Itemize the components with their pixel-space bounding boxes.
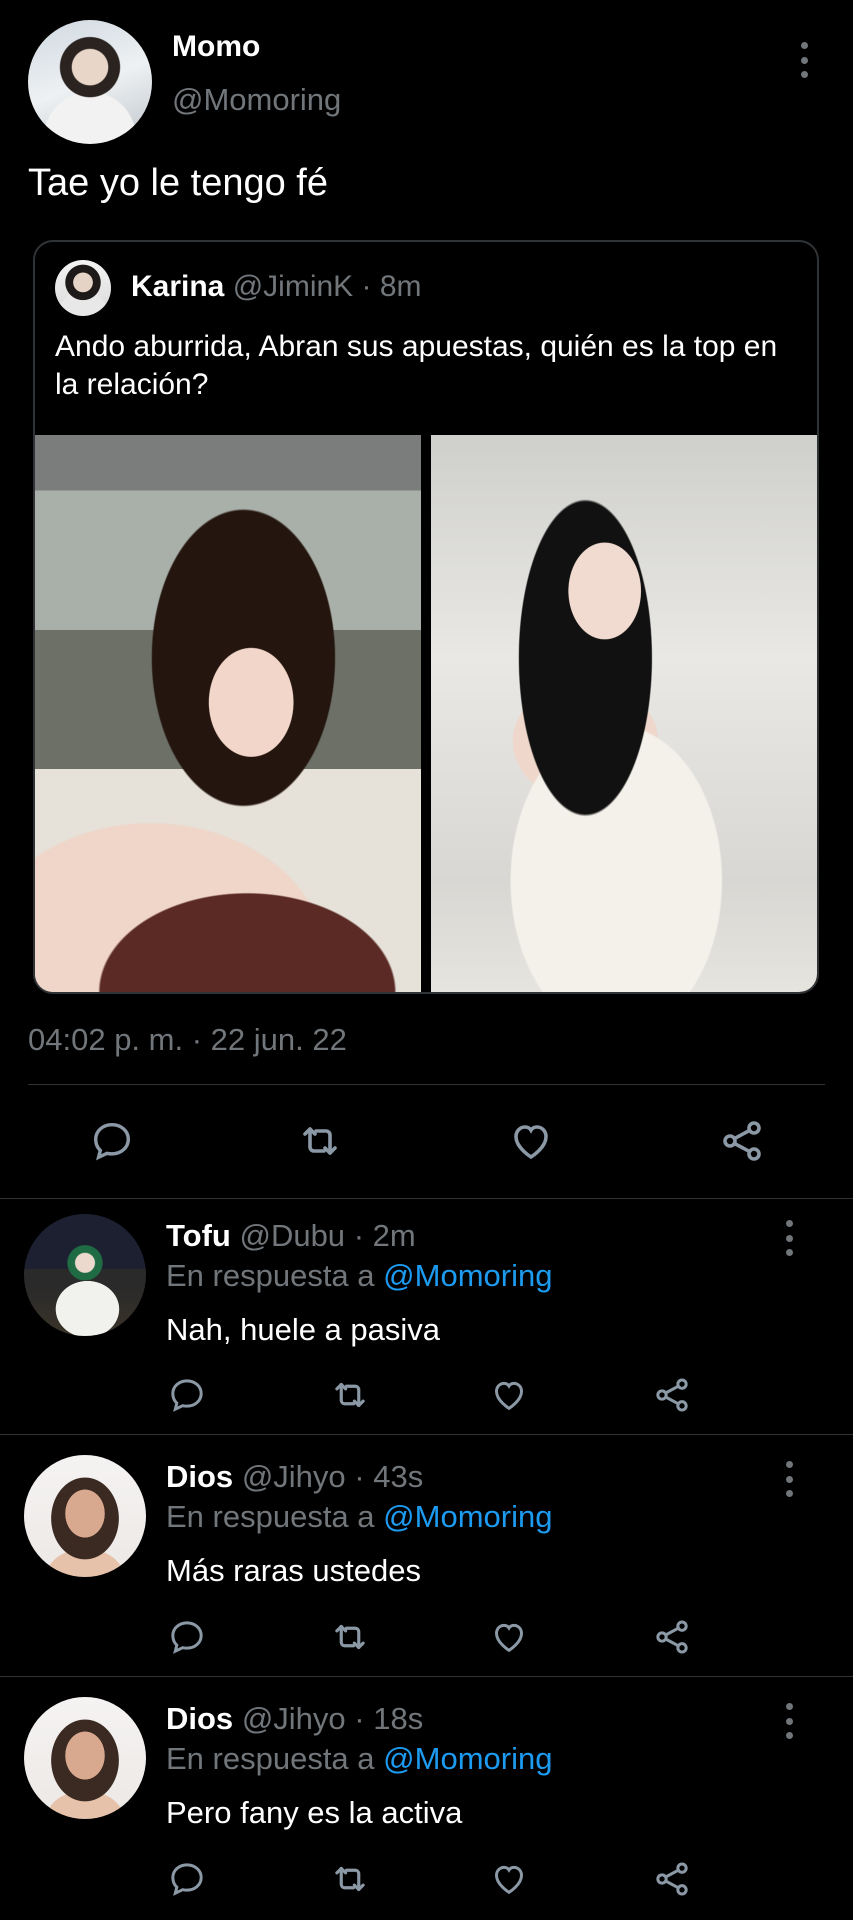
more-options-icon[interactable]	[777, 1703, 801, 1739]
like-icon[interactable]	[485, 1613, 533, 1661]
reply-header: Dios @Jihyo · 18s	[166, 1701, 423, 1737]
reply-icon[interactable]	[163, 1371, 211, 1419]
reply-author-name[interactable]: Dios	[166, 1701, 233, 1736]
reply-author-name[interactable]: Tofu	[166, 1218, 231, 1253]
share-icon[interactable]	[718, 1117, 766, 1165]
replying-prefix: En respuesta a	[166, 1741, 375, 1776]
retweet-icon[interactable]	[296, 1117, 344, 1165]
reply-time: · 43s	[354, 1459, 424, 1494]
retweet-icon[interactable]	[326, 1371, 374, 1419]
reply-time: · 2m	[353, 1218, 416, 1253]
replying-to: En respuesta a @Momoring	[166, 1258, 552, 1294]
reply-author-name[interactable]: Dios	[166, 1459, 233, 1494]
reply-text: Nah, huele a pasiva	[166, 1312, 441, 1347]
replying-to: En respuesta a @Momoring	[166, 1741, 552, 1777]
like-icon[interactable]	[485, 1855, 533, 1903]
reply-icon[interactable]	[163, 1855, 211, 1903]
avatar[interactable]	[24, 1214, 146, 1336]
divider	[0, 1434, 853, 1435]
tweet-timestamp: 04:02 p. m. · 22 jun. 22	[28, 1022, 347, 1057]
reply-author-handle[interactable]: @Jihyo	[242, 1459, 346, 1494]
tweet-text: Tae yo le tengo fé	[28, 162, 328, 204]
quoted-author-avatar	[55, 260, 111, 316]
reply-text: Más raras ustedes	[166, 1553, 421, 1588]
author-avatar[interactable]	[28, 20, 152, 144]
divider	[28, 1084, 825, 1085]
more-options-icon[interactable]	[777, 1461, 801, 1497]
quoted-text: Ando aburrida, Abran sus apuestas, quién…	[55, 330, 778, 401]
photo-right[interactable]	[431, 435, 817, 992]
share-icon[interactable]	[648, 1855, 696, 1903]
share-icon[interactable]	[648, 1613, 696, 1661]
mention-link[interactable]: @Momoring	[383, 1499, 552, 1534]
author-handle[interactable]: @Momoring	[172, 82, 341, 118]
more-options-icon[interactable]	[777, 1220, 801, 1256]
retweet-icon[interactable]	[326, 1613, 374, 1661]
reply-icon[interactable]	[163, 1613, 211, 1661]
quoted-author-name: Karina	[131, 270, 225, 303]
like-icon[interactable]	[507, 1117, 555, 1165]
replying-prefix: En respuesta a	[166, 1258, 375, 1293]
divider	[0, 1676, 853, 1677]
reply-header: Dios @Jihyo · 43s	[166, 1459, 423, 1495]
divider	[0, 1198, 853, 1199]
replying-prefix: En respuesta a	[166, 1499, 375, 1534]
reply-time: · 18s	[354, 1701, 424, 1736]
photo-left[interactable]	[35, 435, 421, 992]
mention-link[interactable]: @Momoring	[383, 1741, 552, 1776]
separator-dot: ·	[361, 270, 372, 303]
reply-header: Tofu @Dubu · 2m	[166, 1218, 416, 1254]
avatar[interactable]	[24, 1455, 146, 1577]
reply-text: Pero fany es la activa	[166, 1795, 463, 1830]
reply-author-handle[interactable]: @Dubu	[239, 1218, 345, 1253]
retweet-icon[interactable]	[326, 1855, 374, 1903]
replying-to: En respuesta a @Momoring	[166, 1499, 552, 1535]
like-icon[interactable]	[485, 1371, 533, 1419]
quoted-time: 8m	[379, 270, 422, 303]
reply-icon[interactable]	[88, 1117, 136, 1165]
quoted-header: Karina @JiminK · 8m	[131, 270, 422, 304]
more-options-icon[interactable]	[792, 42, 816, 78]
quoted-media	[35, 435, 817, 992]
quoted-author-handle: @JiminK	[232, 270, 354, 303]
mention-link[interactable]: @Momoring	[383, 1258, 552, 1293]
share-icon[interactable]	[648, 1371, 696, 1419]
quoted-tweet[interactable]: Karina @JiminK · 8m Ando aburrida, Abran…	[33, 240, 819, 994]
avatar[interactable]	[24, 1697, 146, 1819]
reply-author-handle[interactable]: @Jihyo	[242, 1701, 346, 1736]
author-name[interactable]: Momo	[172, 30, 260, 64]
